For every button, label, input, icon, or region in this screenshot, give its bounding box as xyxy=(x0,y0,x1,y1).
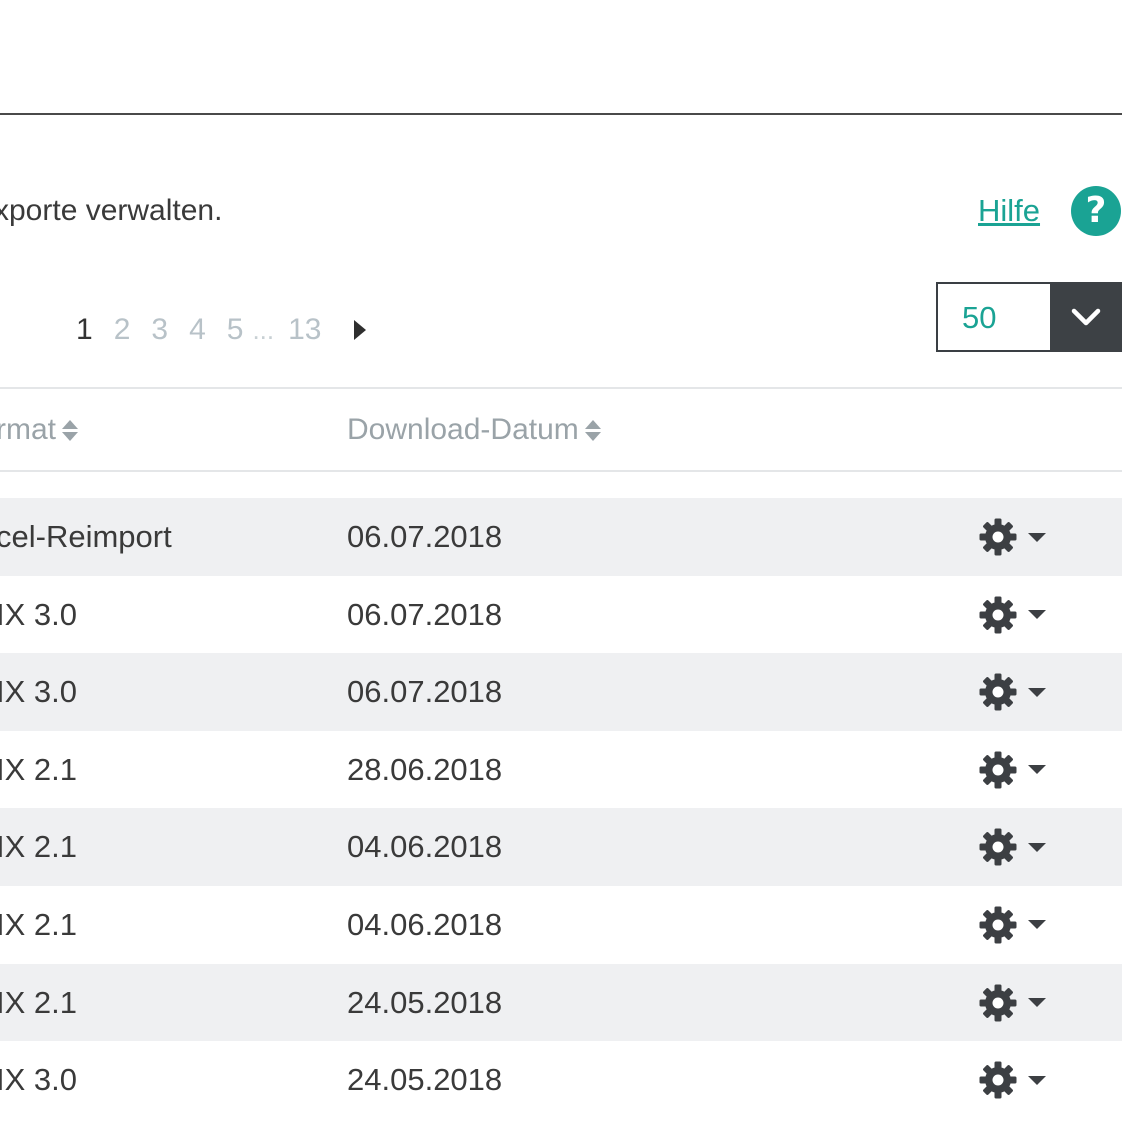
cell-download-date: 06.07.2018 xyxy=(347,519,503,554)
table-row: IX 2.1 04.06.2018 xyxy=(0,808,1122,886)
cell-format: cel-Reimport xyxy=(0,519,172,554)
gear-icon xyxy=(979,596,1017,634)
table-row: cel-Reimport 06.07.2018 xyxy=(0,498,1122,576)
row-actions-menu[interactable] xyxy=(978,515,1046,559)
page-last[interactable]: 13 xyxy=(288,313,321,347)
caret-down-icon xyxy=(1028,842,1046,852)
page-2[interactable]: 2 xyxy=(114,313,131,347)
gear-icon xyxy=(979,1061,1017,1099)
column-header-download-date[interactable]: Download-Datum xyxy=(347,410,601,450)
page-4[interactable]: 4 xyxy=(189,313,206,347)
table-row: IX 3.0 06.07.2018 xyxy=(0,653,1122,731)
row-actions-menu[interactable] xyxy=(978,981,1046,1025)
table-top-border xyxy=(0,387,1122,389)
column-header-format[interactable]: rmat xyxy=(0,410,78,450)
page-1[interactable]: 1 xyxy=(76,313,93,347)
chevron-down-icon xyxy=(1071,308,1101,326)
page-ellipsis: ... xyxy=(252,314,275,345)
caret-right-icon[interactable] xyxy=(354,320,367,340)
table-row: IX 3.0 24.05.2018 xyxy=(0,1041,1122,1119)
cell-format: IX 2.1 xyxy=(0,984,77,1020)
gear-icon xyxy=(979,751,1017,789)
cell-download-date: 06.07.2018 xyxy=(347,596,503,632)
pagination: 1 2 3 4 5 ... 13 xyxy=(76,310,367,350)
caret-down-icon xyxy=(1028,765,1046,775)
column-header-format-label: rmat xyxy=(0,413,56,446)
cell-download-date: 06.07.2018 xyxy=(347,674,503,710)
row-actions-menu[interactable] xyxy=(978,748,1046,792)
sort-icon[interactable] xyxy=(584,419,601,441)
top-divider xyxy=(0,113,1122,115)
page-3[interactable]: 3 xyxy=(151,313,168,347)
caret-down-icon xyxy=(1028,610,1046,620)
gear-icon xyxy=(979,906,1017,944)
table-row: IX 2.1 04.06.2018 xyxy=(0,886,1122,964)
row-actions-menu[interactable] xyxy=(978,670,1046,714)
per-page-value[interactable]: 50 xyxy=(936,282,1050,352)
row-actions-menu[interactable] xyxy=(978,903,1046,947)
per-page-dropdown-button[interactable] xyxy=(1050,282,1122,352)
caret-down-icon xyxy=(1028,1075,1046,1085)
cell-download-date: 24.05.2018 xyxy=(347,984,503,1020)
help-link[interactable]: Hilfe xyxy=(978,192,1040,230)
row-actions-menu[interactable] xyxy=(978,1058,1046,1102)
table-header-border xyxy=(0,470,1122,472)
cell-download-date: 24.05.2018 xyxy=(347,1062,503,1098)
caret-down-icon xyxy=(1028,920,1046,930)
help-icon[interactable]: ? xyxy=(1071,186,1121,236)
cell-format: IX 3.0 xyxy=(0,674,77,710)
per-page-select[interactable]: 50 xyxy=(936,282,1122,352)
gear-icon xyxy=(979,984,1017,1022)
gear-icon xyxy=(979,673,1017,711)
caret-down-icon xyxy=(1028,687,1046,697)
caret-down-icon xyxy=(1028,998,1046,1008)
table-row: IX 3.0 06.07.2018 xyxy=(0,576,1122,654)
gear-icon xyxy=(979,518,1017,556)
table-body: cel-Reimport 06.07.2018 IX 3.0 06.07.2018 IX… xyxy=(0,498,1122,1119)
page-5[interactable]: 5 xyxy=(227,313,244,347)
cell-format: IX 3.0 xyxy=(0,1062,77,1098)
row-actions-menu[interactable] xyxy=(978,825,1046,869)
cell-format: IX 2.1 xyxy=(0,829,77,865)
cell-download-date: 28.06.2018 xyxy=(347,751,503,787)
table-row: IX 2.1 24.05.2018 xyxy=(0,963,1122,1042)
cell-format: IX 2.1 xyxy=(0,751,77,787)
row-actions-menu[interactable] xyxy=(978,593,1046,637)
gear-icon xyxy=(979,828,1017,866)
cell-download-date: 04.06.2018 xyxy=(347,829,503,865)
table-row: IX 2.1 28.06.2018 xyxy=(0,731,1122,809)
column-header-download-date-label: Download-Datum xyxy=(347,413,579,446)
cell-download-date: 04.06.2018 xyxy=(347,906,503,942)
exports-page: xporte verwalten. Hilfe ? 1 2 3 4 5 ... … xyxy=(0,0,1122,1122)
caret-down-icon xyxy=(1028,532,1046,542)
cell-format: IX 3.0 xyxy=(0,596,77,632)
page-description: xporte verwalten. xyxy=(0,194,223,227)
cell-format: IX 2.1 xyxy=(0,906,77,942)
sort-icon[interactable] xyxy=(62,419,78,441)
